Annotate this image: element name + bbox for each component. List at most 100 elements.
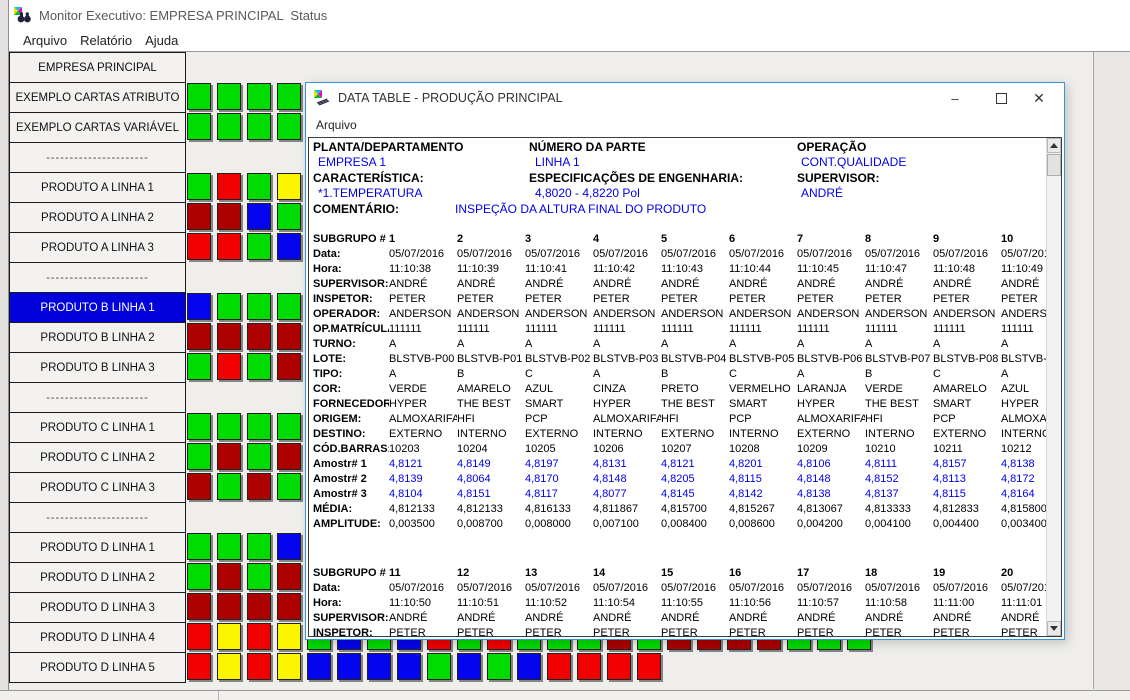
sidebar-item-produto-a-linha-3[interactable]: PRODUTO A LINHA 3 (9, 232, 186, 263)
maximize-button[interactable] (984, 83, 1018, 113)
status-cell[interactable] (187, 563, 211, 590)
status-cell[interactable] (247, 83, 271, 110)
status-cell[interactable] (187, 323, 211, 350)
status-cell[interactable] (217, 533, 241, 560)
status-cell[interactable] (247, 203, 271, 230)
status-cell[interactable] (277, 233, 301, 260)
status-cell[interactable] (247, 473, 271, 500)
minimize-button[interactable]: – (938, 83, 972, 113)
scroll-down-button[interactable] (1047, 621, 1061, 636)
status-cell[interactable] (427, 653, 451, 680)
status-cell[interactable] (187, 233, 211, 260)
status-cell[interactable] (277, 293, 301, 320)
status-cell[interactable] (217, 443, 241, 470)
status-cell[interactable] (247, 563, 271, 590)
status-cell[interactable] (217, 653, 241, 680)
sidebar-item-produto-b-linha-3[interactable]: PRODUTO B LINHA 3 (9, 352, 186, 383)
status-cell[interactable] (187, 623, 211, 650)
status-cell[interactable] (277, 473, 301, 500)
status-cell[interactable] (217, 173, 241, 200)
status-cell[interactable] (187, 593, 211, 620)
status-cell[interactable] (247, 623, 271, 650)
status-cell[interactable] (247, 653, 271, 680)
sidebar-item-produto-c-linha-1[interactable]: PRODUTO C LINHA 1 (9, 412, 186, 443)
status-cell[interactable] (217, 413, 241, 440)
vertical-scrollbar[interactable] (1046, 138, 1061, 636)
sidebar-item-empresa-principal[interactable]: EMPRESA PRINCIPAL (9, 52, 186, 83)
close-button[interactable]: ✕ (1022, 83, 1056, 113)
status-cell[interactable] (187, 533, 211, 560)
status-cell[interactable] (277, 653, 301, 680)
status-cell[interactable] (277, 593, 301, 620)
sidebar-item-produto-b-linha-2[interactable]: PRODUTO B LINHA 2 (9, 322, 186, 353)
status-cell[interactable] (277, 533, 301, 560)
status-cell[interactable] (247, 533, 271, 560)
status-cell[interactable] (487, 653, 511, 680)
status-cell[interactable] (247, 323, 271, 350)
sidebar-item-produto-d-linha-2[interactable]: PRODUTO D LINHA 2 (9, 562, 186, 593)
status-cell[interactable] (217, 323, 241, 350)
status-cell[interactable] (277, 323, 301, 350)
status-cell[interactable] (217, 113, 241, 140)
status-cell[interactable] (277, 113, 301, 140)
status-cell[interactable] (247, 443, 271, 470)
status-cell[interactable] (187, 653, 211, 680)
status-cell[interactable] (187, 473, 211, 500)
status-cell[interactable] (577, 653, 601, 680)
sidebar-item-exemplo-cartas-vari-vel[interactable]: EXEMPLO CARTAS VARIÁVEL (9, 112, 186, 143)
sidebar-item-produto-c-linha-2[interactable]: PRODUTO C LINHA 2 (9, 442, 186, 473)
status-cell[interactable] (397, 653, 421, 680)
status-cell[interactable] (277, 413, 301, 440)
scroll-up-button[interactable] (1047, 138, 1061, 153)
status-cell[interactable] (217, 203, 241, 230)
sidebar-item-produto-c-linha-3[interactable]: PRODUTO C LINHA 3 (9, 472, 186, 503)
status-cell[interactable] (277, 83, 301, 110)
status-cell[interactable] (247, 413, 271, 440)
status-cell[interactable] (217, 473, 241, 500)
status-cell[interactable] (247, 293, 271, 320)
status-cell[interactable] (217, 563, 241, 590)
status-cell[interactable] (547, 653, 571, 680)
status-cell[interactable] (217, 593, 241, 620)
status-cell[interactable] (337, 653, 361, 680)
sidebar-item-exemplo-cartas-atributo[interactable]: EXEMPLO CARTAS ATRIBUTO (9, 82, 186, 113)
status-cell[interactable] (217, 353, 241, 380)
status-cell[interactable] (247, 173, 271, 200)
status-cell[interactable] (277, 443, 301, 470)
status-cell[interactable] (457, 653, 481, 680)
sidebar-item-produto-b-linha-1[interactable]: PRODUTO B LINHA 1 (9, 292, 186, 323)
status-cell[interactable] (217, 233, 241, 260)
status-cell[interactable] (367, 653, 391, 680)
menu-item-arquivo[interactable]: Arquivo (316, 118, 357, 132)
status-cell[interactable] (217, 293, 241, 320)
status-cell[interactable] (187, 413, 211, 440)
status-cell[interactable] (277, 623, 301, 650)
status-cell[interactable] (187, 203, 211, 230)
status-cell[interactable] (607, 653, 631, 680)
menu-item-relat-rio[interactable]: Relatório (80, 33, 132, 48)
status-cell[interactable] (187, 353, 211, 380)
sidebar-item-produto-a-linha-2[interactable]: PRODUTO A LINHA 2 (9, 202, 186, 233)
status-cell[interactable] (217, 83, 241, 110)
status-cell[interactable] (187, 83, 211, 110)
status-cell[interactable] (247, 233, 271, 260)
status-cell[interactable] (277, 563, 301, 590)
sidebar-item-produto-d-linha-4[interactable]: PRODUTO D LINHA 4 (9, 622, 186, 653)
status-cell[interactable] (277, 203, 301, 230)
menu-item-ajuda[interactable]: Ajuda (145, 33, 178, 48)
status-cell[interactable] (517, 653, 541, 680)
sidebar-item-produto-a-linha-1[interactable]: PRODUTO A LINHA 1 (9, 172, 186, 203)
status-cell[interactable] (277, 173, 301, 200)
scrollbar-thumb[interactable] (1047, 154, 1061, 176)
sidebar-item-produto-d-linha-3[interactable]: PRODUTO D LINHA 3 (9, 592, 186, 623)
sidebar-item-produto-d-linha-1[interactable]: PRODUTO D LINHA 1 (9, 532, 186, 563)
status-cell[interactable] (277, 353, 301, 380)
status-cell[interactable] (187, 443, 211, 470)
dialog-titlebar[interactable]: DATA TABLE - PRODUÇÃO PRINCIPAL – ✕ (306, 83, 1064, 113)
status-cell[interactable] (307, 653, 331, 680)
status-cell[interactable] (247, 353, 271, 380)
status-cell[interactable] (217, 623, 241, 650)
sidebar-item-produto-d-linha-5[interactable]: PRODUTO D LINHA 5 (9, 652, 186, 683)
status-cell[interactable] (247, 593, 271, 620)
menu-item-arquivo[interactable]: Arquivo (23, 33, 67, 48)
